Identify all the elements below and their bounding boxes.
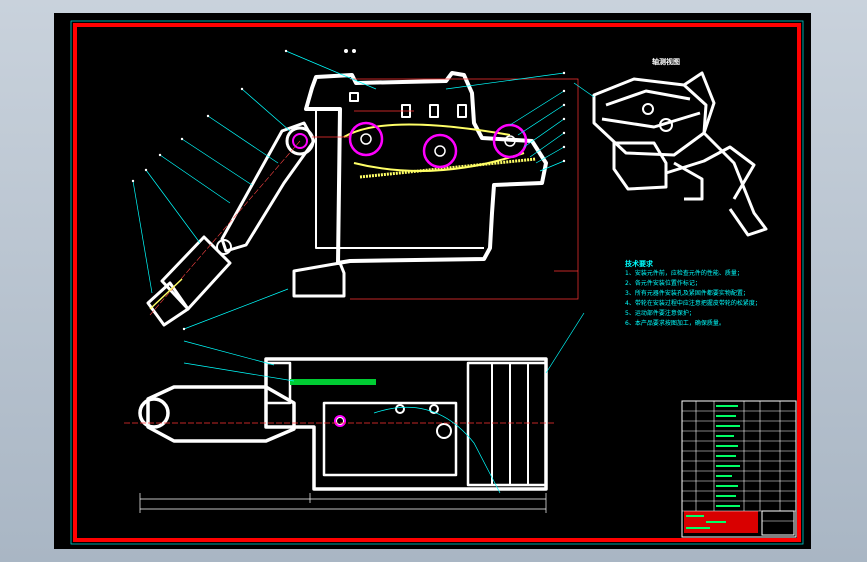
housing-outline [304, 71, 548, 265]
top-lug-1 [349, 92, 359, 102]
leader-endpoints [131, 49, 566, 331]
top-view-hole-1 [395, 404, 405, 414]
top-view-arm [146, 385, 296, 443]
top-view-hole-3 [436, 423, 452, 439]
top-view-inner-cavity [322, 401, 458, 477]
gear-left-hub [360, 133, 372, 145]
axonometric-view-label: 轴测视图 [652, 58, 680, 66]
gear-middle-hub [434, 145, 446, 157]
top-view-hole-4 [335, 416, 345, 426]
requirement-item: 4、带轮在安装过程中应注意把握皮带轮的松紧度； [625, 300, 761, 307]
top-view-housing [264, 357, 548, 491]
title-block [681, 400, 797, 538]
axonometric-leader [573, 82, 595, 98]
axonometric-view [592, 71, 768, 237]
top-lug-3 [429, 104, 439, 118]
requirement-item: 2、各元件安装位置作标记； [625, 280, 701, 287]
arm-upper-link [220, 121, 316, 253]
front-view-leaders [132, 50, 565, 330]
front-view-dimensions [312, 78, 579, 300]
technical-requirements: 技术要求 1、安装元件前，应检查元件的性能、质量； 2、各元件安装位置作标记； … [625, 259, 805, 329]
technical-requirements-heading: 技术要求 [625, 260, 653, 268]
top-view-hatched-bar [290, 379, 376, 385]
gear-middle [422, 133, 458, 169]
top-lug-4 [457, 104, 467, 118]
front-view [146, 71, 548, 327]
top-view-hole-2 [429, 404, 439, 414]
cad-drawing-canvas[interactable]: 轴测视图 技术要求 1、安装元件前，应检查元件的性能、质量； 2、各元件安装位置… [54, 13, 811, 549]
top-view-dimensions [124, 422, 554, 513]
base-foot [292, 261, 346, 298]
arm-lower-link [160, 235, 232, 311]
requirement-item: 3、所有元器件安装孔及紧固件都要实物配置； [625, 290, 749, 297]
top-view-right-block [466, 361, 548, 487]
requirement-item: 5、运动部件要注意保护； [625, 310, 695, 317]
view-marker [344, 49, 356, 53]
requirement-item: 1、安装元件前，应检查元件的性能、质量； [625, 270, 743, 277]
requirement-item: 6、本产品要求按图加工，确保质量。 [625, 320, 725, 327]
